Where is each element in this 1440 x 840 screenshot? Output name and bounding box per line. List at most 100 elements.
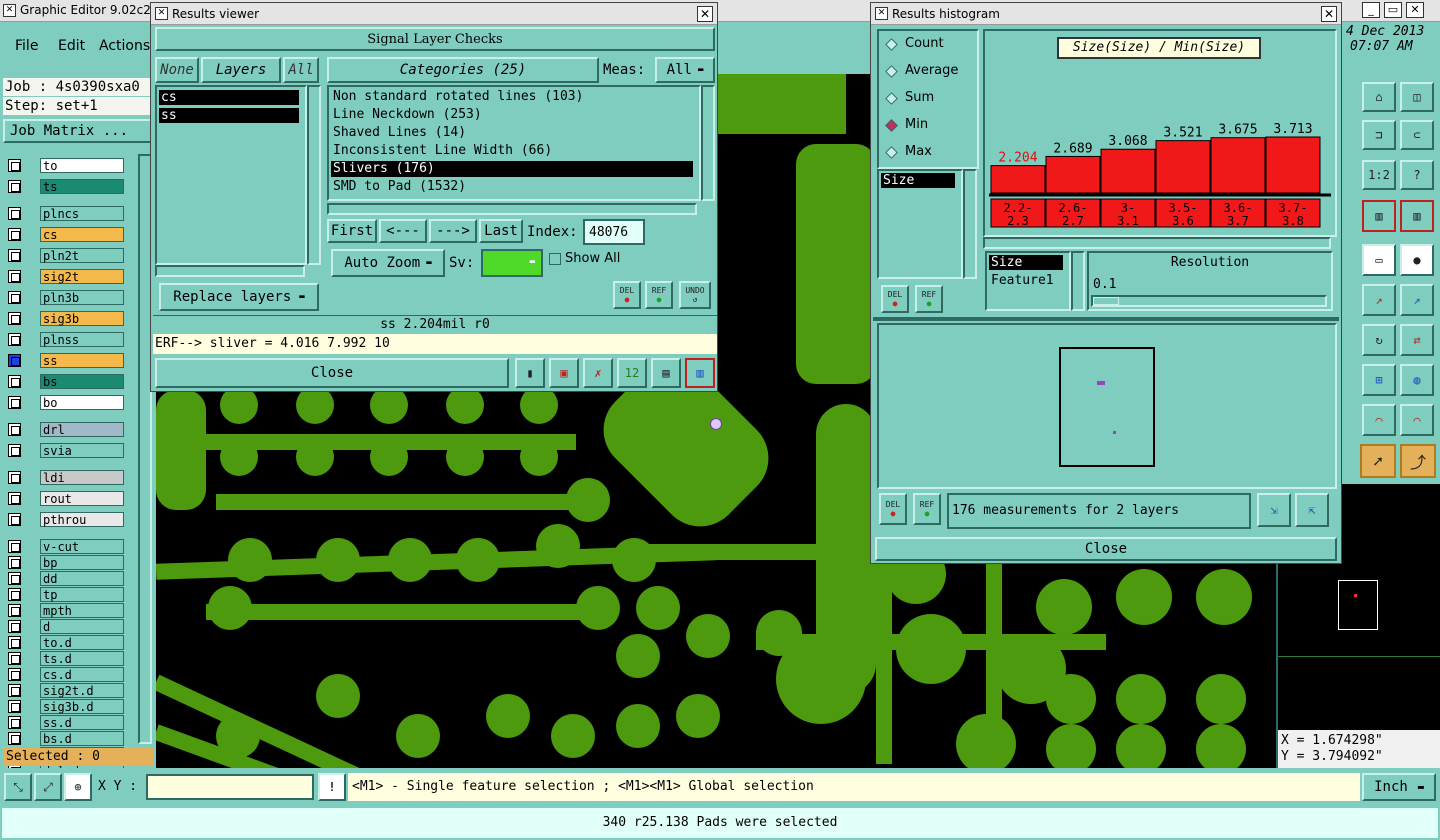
categories-hscroll[interactable] (327, 203, 697, 215)
category-item[interactable]: Shaved Lines (14) (331, 125, 693, 141)
layer-row[interactable]: rout (6, 491, 124, 506)
scale-icon[interactable]: 1:2 (1362, 160, 1396, 190)
dot-icon[interactable]: ● (1400, 244, 1434, 276)
layer-row[interactable]: bo (6, 395, 124, 410)
layer-row[interactable]: bs.d (6, 731, 124, 746)
close-icon[interactable]: ✕ (697, 6, 713, 22)
layer-checkbox[interactable] (8, 556, 21, 569)
layer-row[interactable]: ts (6, 179, 124, 194)
layer-list-item[interactable]: cs (159, 90, 299, 105)
window-icon[interactable]: ◫ (1400, 82, 1434, 112)
layer-checkbox[interactable] (8, 291, 21, 304)
resolution-slider-thumb[interactable] (1093, 297, 1119, 305)
replace-layers-dropdown[interactable]: Replace layers ▬ (159, 283, 319, 311)
measure-icon[interactable]: ↗ (1362, 284, 1396, 316)
close-app-button[interactable]: ✕ (1406, 2, 1424, 18)
close-icon[interactable]: ✕ (1321, 6, 1337, 22)
histogram-close-button[interactable]: Close (875, 537, 1337, 561)
sv-color-dropdown[interactable]: ▬ (481, 249, 543, 277)
layer-compare2-icon[interactable]: ▥ (1400, 200, 1434, 232)
menu-actions[interactable]: Actions (99, 38, 150, 54)
zoom-to-result-icon[interactable]: ⇲ (1257, 493, 1291, 527)
histogram-bar[interactable] (1265, 136, 1321, 194)
first-button[interactable]: First (327, 219, 377, 243)
none-button[interactable]: None (155, 57, 199, 83)
resolution-slider[interactable] (1091, 295, 1327, 307)
snap-icon[interactable]: ⊕ (64, 773, 92, 801)
layer-checkbox[interactable] (8, 375, 21, 388)
group-item[interactable]: Size (989, 255, 1063, 270)
layer-checkbox[interactable] (8, 207, 21, 220)
layer-checkbox[interactable] (8, 652, 21, 665)
ruler-icon[interactable]: ▭ (1362, 244, 1396, 276)
layer-row[interactable]: ss.d (6, 715, 124, 730)
layer-checkbox[interactable] (8, 180, 21, 193)
last-button[interactable]: Last (479, 219, 523, 243)
histogram-bar[interactable] (1155, 140, 1211, 194)
layer-checkbox[interactable] (8, 354, 21, 367)
layer-checkbox[interactable] (8, 159, 21, 172)
mode-radio-min[interactable]: Min (883, 116, 975, 136)
auto-zoom-dropdown[interactable]: Auto Zoom ▬ (331, 249, 445, 277)
layers-vscroll[interactable] (307, 85, 321, 265)
mode-radio-average[interactable]: Average (883, 62, 975, 82)
layer-row[interactable]: bp (6, 555, 124, 570)
layer-row[interactable]: mpth (6, 603, 124, 618)
minimize-button[interactable]: _ (1362, 2, 1380, 18)
alert-icon[interactable]: ! (318, 773, 346, 801)
layer-checkbox[interactable] (8, 572, 21, 585)
layer-checkbox[interactable] (8, 668, 21, 681)
layer-checkbox[interactable] (8, 492, 21, 505)
clear-ref-icon[interactable]: ✗ (583, 358, 613, 388)
preview-ref-button[interactable]: REF ● (913, 493, 941, 525)
layer-row[interactable]: dd (6, 571, 124, 586)
layers-hscroll[interactable] (155, 265, 305, 277)
window-menu-icon[interactable]: ✕ (875, 7, 888, 20)
layer-row[interactable]: sig2t.d (6, 683, 124, 698)
window-menu-icon[interactable]: ✕ (155, 7, 168, 20)
maximize-button[interactable]: ▭ (1384, 2, 1402, 18)
layer-row[interactable]: svia (6, 443, 124, 458)
group-item[interactable]: Feature1 (989, 273, 1069, 288)
layer-row[interactable]: d (6, 619, 124, 634)
layer-checkbox[interactable] (8, 540, 21, 553)
layer-checkbox[interactable] (8, 249, 21, 262)
attribute-vscroll[interactable] (963, 169, 977, 279)
step-icon[interactable]: ⊐ (1362, 120, 1396, 150)
category-item[interactable]: Slivers (176) (331, 161, 693, 177)
hist-del-button[interactable]: DEL ● (881, 285, 909, 313)
preview-del-button[interactable]: DEL ● (879, 493, 907, 525)
shapes-icon[interactable]: ◍ (1400, 364, 1434, 396)
layer-checkbox[interactable] (8, 312, 21, 325)
zoom-slant-icon[interactable]: ⤢ (34, 773, 62, 801)
route-icon[interactable]: ⤴ (1400, 444, 1436, 478)
layer-row[interactable]: sig3b.d (6, 699, 124, 714)
layer-compare-icon[interactable]: ▥ (1362, 200, 1396, 232)
next-button[interactable]: ---> (429, 219, 477, 243)
shape-icon[interactable]: ⊂ (1400, 120, 1434, 150)
ref-button[interactable]: REF ● (645, 281, 673, 309)
layer-checkbox[interactable] (8, 636, 21, 649)
histogram-bar[interactable] (990, 165, 1046, 194)
layer-row[interactable]: drl (6, 422, 124, 437)
layer-checkbox[interactable] (8, 684, 21, 697)
layer-row[interactable]: sig2t (6, 269, 124, 284)
layer-checkbox[interactable] (8, 604, 21, 617)
arc2-icon[interactable]: ⌒ (1400, 404, 1434, 436)
layer-checkbox[interactable] (8, 228, 21, 241)
measure2-icon[interactable]: ↗ (1400, 284, 1434, 316)
group-vscroll[interactable] (1071, 251, 1085, 311)
histogram-bar[interactable] (1045, 155, 1101, 194)
layer-row[interactable]: sig3b (6, 311, 124, 326)
pan-to-result-icon[interactable]: ⇱ (1295, 493, 1329, 527)
layer-row[interactable]: tp (6, 587, 124, 602)
units-dropdown[interactable]: Inch ▬ (1362, 773, 1436, 801)
layer-checkbox[interactable] (8, 732, 21, 745)
category-item[interactable]: Line Neckdown (253) (331, 107, 693, 123)
mode-radio-sum[interactable]: Sum (883, 89, 975, 109)
layer-row[interactable]: plnss (6, 332, 124, 347)
histogram-bar[interactable] (1210, 137, 1266, 194)
home-icon[interactable]: ⌂ (1362, 82, 1396, 112)
category-item[interactable]: Inconsistent Line Width (66) (331, 143, 693, 159)
layer-row[interactable]: pthrou (6, 512, 124, 527)
